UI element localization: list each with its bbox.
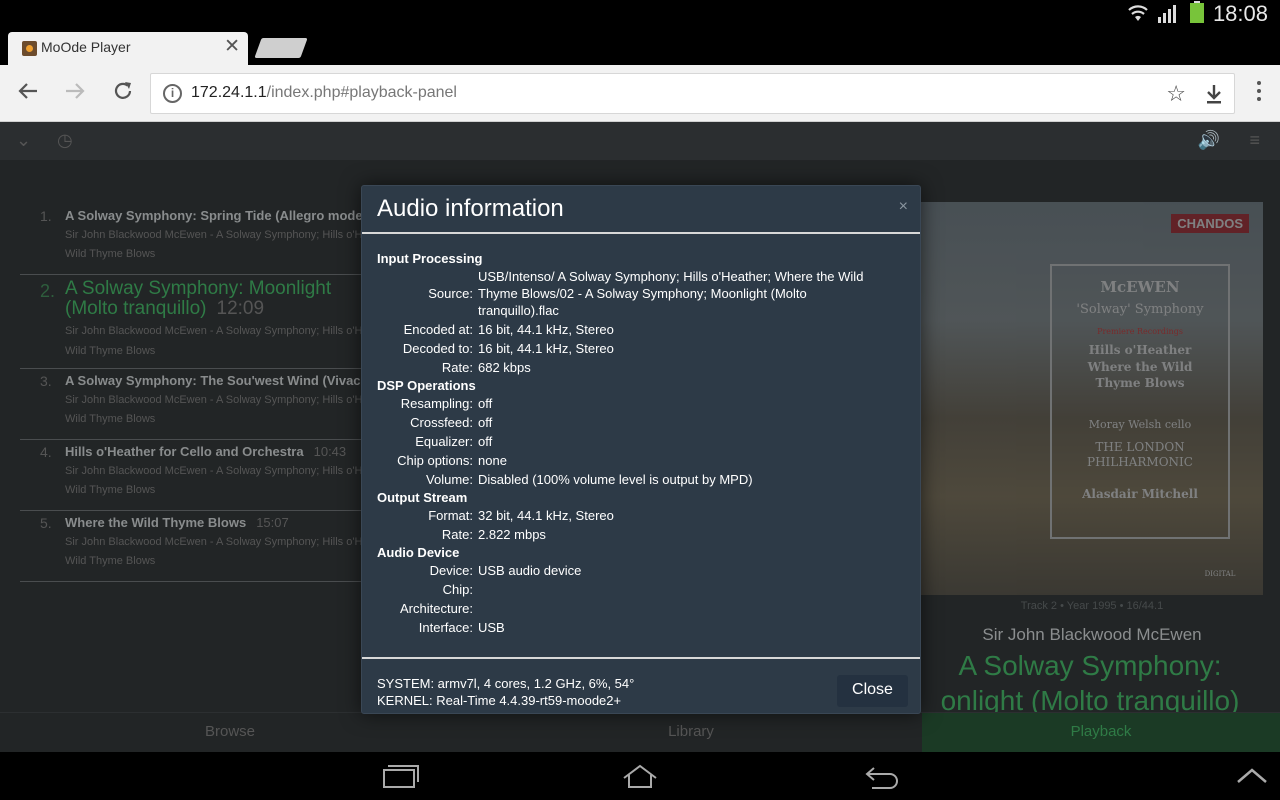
playlist-item-active[interactable]: 2. A Solway Symphony: Moonlight (Molto t… xyxy=(20,275,365,369)
playlist-item-title: Where the Wild Thyme Blows 15:07 xyxy=(65,515,289,530)
address-bar[interactable]: i 172.24.1.1/index.php#playback-panel ☆ xyxy=(150,73,1235,114)
android-nav-bar xyxy=(0,752,1280,800)
playlist-item-album: Wild Thyme Blows xyxy=(65,413,156,425)
close-button[interactable]: Close xyxy=(837,675,908,707)
format-value: 32 bit, 44.1 kHz, Stereo xyxy=(478,508,614,523)
signal-icon xyxy=(1158,5,1176,23)
section-audio-device: Audio Device xyxy=(377,545,460,560)
playlist-item-duration: 12:09 xyxy=(216,298,265,319)
modal-close-icon[interactable]: × xyxy=(899,198,908,216)
playlist-item-artist: Sir John Blackwood McEwen - A Solway Sym… xyxy=(65,394,365,406)
album-cover[interactable]: CHANDOS McEWEN 'Solway' Symphony Premier… xyxy=(920,202,1263,595)
chevron-down-icon[interactable]: ⌄ xyxy=(16,130,31,151)
tab-browse[interactable]: Browse xyxy=(0,713,460,753)
battery-icon xyxy=(1190,1,1204,23)
playlist-item-artist: Sir John Blackwood McEwen - A Solway Sym… xyxy=(65,536,365,548)
chip-options-value: none xyxy=(478,453,507,468)
tab-title: MoOde Player xyxy=(41,39,131,55)
browser-tab[interactable]: MoOde Player ✕ xyxy=(8,32,248,65)
decoded-value: 16 bit, 44.1 kHz, Stereo xyxy=(478,341,614,356)
forward-arrow-icon[interactable] xyxy=(62,80,88,106)
hamburger-menu-icon[interactable]: ≡ xyxy=(1249,130,1260,151)
playlist-item-album: Wild Thyme Blows xyxy=(65,345,156,357)
section-output-stream: Output Stream xyxy=(377,490,468,505)
info-icon[interactable]: i xyxy=(163,84,182,103)
browser-toolbar: i 172.24.1.1/index.php#playback-panel ☆ xyxy=(0,65,1280,122)
audio-info-modal: Audio information × Input Processing Sou… xyxy=(361,185,921,714)
playlist-item-title: Hills o'Heather for Cello and Orchestra 1… xyxy=(65,444,347,459)
modal-body: Input Processing Source: USB/Intenso/ A … xyxy=(362,236,920,656)
status-bar: 18:08 xyxy=(0,0,1280,26)
bookmark-star-icon[interactable]: ☆ xyxy=(1166,81,1186,107)
tab-library[interactable]: Library xyxy=(460,713,922,753)
playlist-item-title: A Solway Symphony: Spring Tide (Allegro … xyxy=(65,208,365,223)
app-top-bar: ⌄ ◷ 🔊 ≡ xyxy=(0,122,1280,160)
playlist-item-duration: 10:43 xyxy=(313,444,347,459)
wifi-icon xyxy=(1128,5,1148,21)
status-icons xyxy=(1127,1,1205,23)
status-clock: 18:08 xyxy=(1212,1,1268,26)
download-icon[interactable] xyxy=(1204,83,1224,105)
bottom-nav: Browse Library Playback xyxy=(0,712,1280,753)
track-meta: Track 2 • Year 1995 • 16/44.1 xyxy=(1020,600,1164,612)
section-dsp-operations: DSP Operations xyxy=(377,378,476,393)
playlist-item-artist: Sir John Blackwood McEwen - A Solway Sym… xyxy=(65,229,365,241)
playlist-item-duration: 15:07 xyxy=(256,515,289,530)
playlist-item-title: A Solway Symphony: Moonlight (Molto tran… xyxy=(65,278,332,319)
modal-footer: SYSTEM: armv7l, 4 cores, 1.2 GHz, 6%, 54… xyxy=(362,657,920,714)
clock-icon[interactable]: ◷ xyxy=(57,130,73,151)
playlist: 1. A Solway Symphony: Spring Tide (Alleg… xyxy=(20,204,365,582)
reload-icon[interactable] xyxy=(110,80,136,106)
playlist-item-album: Wild Thyme Blows xyxy=(65,248,156,260)
playlist-item-title: A Solway Symphony: The Sou'west Wind (Vi… xyxy=(65,373,361,388)
system-info: SYSTEM: armv7l, 4 cores, 1.2 GHz, 6%, 54… xyxy=(377,676,635,708)
now-playing-title: A Solway Symphony: onlight (Molto tranqu… xyxy=(940,650,1240,716)
crossfeed-value: off xyxy=(478,415,493,430)
playlist-item-album: Wild Thyme Blows xyxy=(65,484,156,496)
playlist-item[interactable]: 1. A Solway Symphony: Spring Tide (Alleg… xyxy=(20,204,365,275)
chevron-up-icon[interactable] xyxy=(1232,762,1272,790)
now-playing-artist: Sir John Blackwood McEwen xyxy=(982,625,1202,644)
tab-playback[interactable]: Playback xyxy=(922,713,1280,753)
back-icon[interactable] xyxy=(862,762,902,790)
url-text[interactable]: 172.24.1.1/index.php#playback-panel xyxy=(191,84,457,102)
device-value: USB audio device xyxy=(478,563,582,578)
new-tab-button[interactable] xyxy=(254,38,308,58)
volume-value: Disabled (100% volume level is output by… xyxy=(478,472,753,487)
volume-icon[interactable]: 🔊 xyxy=(1198,130,1220,151)
playlist-item[interactable]: 3. A Solway Symphony: The Sou'west Wind … xyxy=(20,369,365,440)
browser-menu-icon[interactable] xyxy=(1256,81,1262,105)
browser-tab-strip: MoOde Player ✕ xyxy=(0,25,1280,65)
cover-label-badge: CHANDOS xyxy=(1171,214,1249,233)
playlist-item-artist: Sir John Blackwood McEwen - A Solway Sym… xyxy=(65,465,365,477)
playlist-item-artist: Sir John Blackwood McEwen - A Solway Sym… xyxy=(65,325,365,337)
section-input-processing: Input Processing xyxy=(377,251,483,266)
resampling-value: off xyxy=(478,396,493,411)
recent-apps-icon[interactable] xyxy=(380,762,420,790)
playlist-item[interactable]: 4. Hills o'Heather for Cello and Orchest… xyxy=(20,440,365,511)
equalizer-value: off xyxy=(478,434,493,449)
playlist-item-album: Wild Thyme Blows xyxy=(65,555,156,567)
modal-title: Audio information xyxy=(377,195,564,222)
source-value: USB/Intenso/ A Solway Symphony; Hills o'… xyxy=(478,269,864,318)
output-rate-value: 2.822 mbps xyxy=(478,527,546,542)
tab-close-icon[interactable]: ✕ xyxy=(224,35,240,58)
playlist-item[interactable]: 5. Where the Wild Thyme Blows 15:07 Sir J… xyxy=(20,511,365,582)
input-rate-value: 682 kbps xyxy=(478,360,531,375)
interface-value: USB xyxy=(478,620,505,635)
modal-header: Audio information × xyxy=(362,186,920,234)
home-icon[interactable] xyxy=(620,762,660,790)
back-arrow-icon[interactable] xyxy=(15,80,41,106)
moode-favicon-icon xyxy=(22,41,37,56)
encoded-value: 16 bit, 44.1 kHz, Stereo xyxy=(478,322,614,337)
